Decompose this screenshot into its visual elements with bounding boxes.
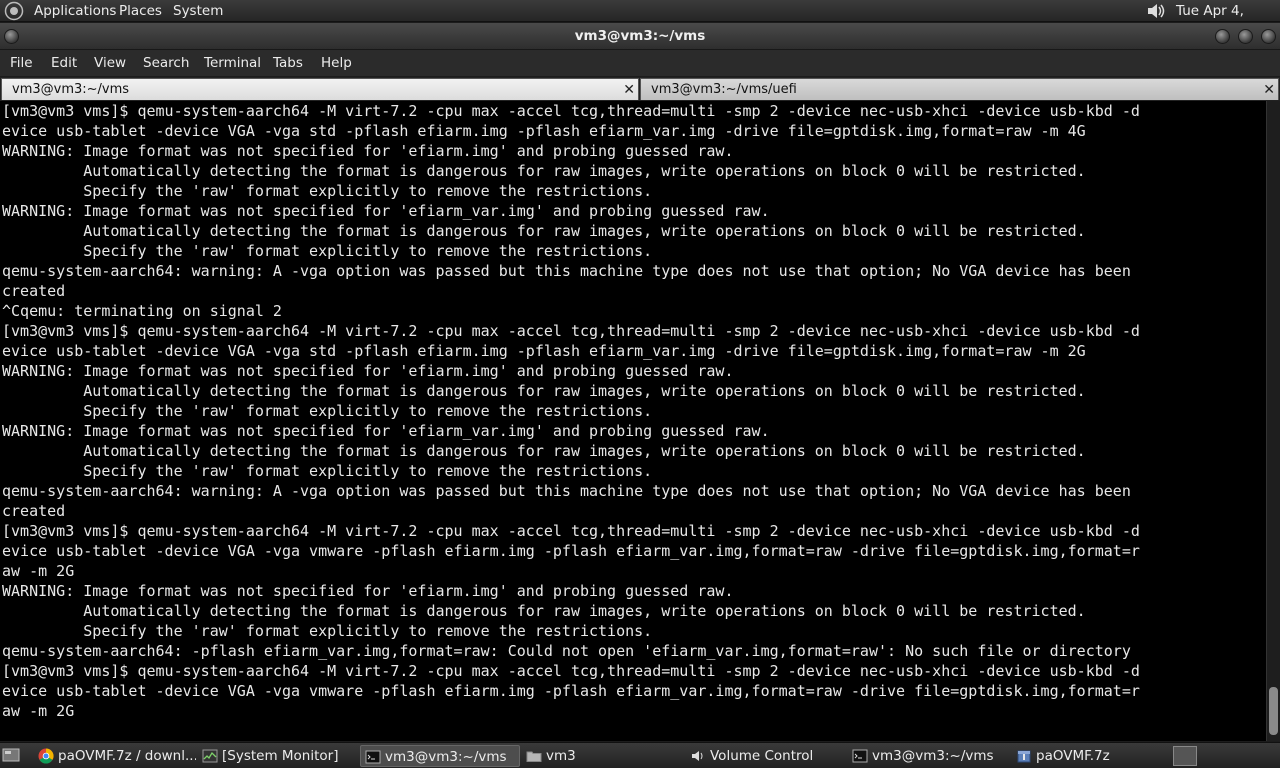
system-menu[interactable]: System [173,2,223,20]
terminal-scrollbar[interactable] [1266,101,1280,741]
terminal-line: ^Cqemu: terminating on signal 2 [2,302,282,320]
terminal-line: WARNING: Image format was not specified … [2,422,770,440]
terminal-line: WARNING: Image format was not specified … [2,142,734,160]
terminal-line: [vm3@vm3 vms]$ qemu-system-aarch64 -M vi… [2,662,1140,680]
task-label: paOVMF.7z / downl... [58,748,196,764]
task-label: [System Monitor] [222,748,339,764]
terminal-icon [852,749,868,763]
task-label: Volume Control [710,748,814,764]
chrome-icon [38,748,54,764]
terminal-line: Automatically detecting the format is da… [2,222,1086,240]
terminal-line: Specify the 'raw' format explicitly to r… [2,242,653,260]
terminal-icon [365,750,381,764]
folder-icon [526,751,542,762]
task-system-monitor[interactable]: [System Monitor] [198,745,358,767]
applications-menu[interactable]: Applications [34,2,116,20]
task-label: vm3@vm3:~/vms [385,749,507,765]
volume-icon[interactable] [1145,1,1167,21]
terminal-line: Specify the 'raw' format explicitly to r… [2,402,653,420]
menu-view[interactable]: View [94,54,126,72]
terminal-line: WARNING: Image format was not specified … [2,362,734,380]
terminal-line: evice usb-tablet -device VGA -vga std -p… [2,342,1086,360]
terminal-line: evice usb-tablet -device VGA -vga vmware… [2,682,1140,700]
terminal-line: WARNING: Image format was not specified … [2,202,770,220]
task-label: paOVMF.7z [1036,748,1110,764]
archive-icon [1017,750,1031,763]
menubar: File Edit View Search Terminal Tabs Help [0,50,1280,76]
tab-vms[interactable]: vm3@vm3:~/vms ✕ [1,78,639,100]
terminal-line: evice usb-tablet -device VGA -vga vmware… [2,542,1140,560]
minimize-button[interactable] [1215,29,1230,44]
task-terminal-vms[interactable]: vm3@vm3:~/vms [360,745,520,767]
workspace-switcher[interactable] [1173,746,1197,766]
terminal-line: created [2,502,66,520]
terminal-line: aw -m 2G [2,702,75,720]
task-chrome[interactable]: paOVMF.7z / downl... [34,745,196,767]
top-panel: Applications Places System Tue Apr 4, 08… [0,0,1280,37]
terminal-line: Automatically detecting the format is da… [2,602,1086,620]
terminal-lines: [vm3@vm3 vms]$ qemu-system-aarch64 -M vi… [2,101,1140,721]
close-tab-icon[interactable]: ✕ [623,79,635,101]
tab-vms-uefi[interactable]: vm3@vm3:~/vms/uefi ✕ [640,78,1279,100]
terminal-line: Automatically detecting the format is da… [2,382,1086,400]
terminal-output[interactable]: [vm3@vm3 vms]$ qemu-system-aarch64 -M vi… [0,101,1266,741]
terminal-line: Automatically detecting the format is da… [2,162,1086,180]
terminal-line: WARNING: Image format was not specified … [2,582,734,600]
terminal-line: qemu-system-aarch64: -pflash efiarm_var.… [2,642,1131,660]
terminal-line: Specify the 'raw' format explicitly to r… [2,182,653,200]
terminal-line: Specify the 'raw' format explicitly to r… [2,622,653,640]
tab-bar: vm3@vm3:~/vms ✕ vm3@vm3:~/vms/uefi ✕ [0,77,1280,101]
terminal-line: Specify the 'raw' format explicitly to r… [2,462,653,480]
window-titlebar[interactable]: vm3@vm3:~/vms [0,23,1280,50]
window-title: vm3@vm3:~/vms [574,28,706,44]
tab-label: vm3@vm3:~/vms/uefi [651,82,797,97]
volume-icon [692,751,703,761]
menu-terminal[interactable]: Terminal [204,54,261,72]
menu-edit[interactable]: Edit [51,54,77,72]
tab-label: vm3@vm3:~/vms [12,82,130,97]
gnome-foot-icon[interactable] [4,1,24,21]
menu-tabs[interactable]: Tabs [273,54,303,72]
desktop: Applications Places System Tue Apr 4, 08… [0,0,1280,768]
terminal-line: [vm3@vm3 vms]$ qemu-system-aarch64 -M vi… [2,322,1140,340]
places-menu[interactable]: Places [119,2,162,20]
system-monitor-icon [202,749,218,763]
scrollbar-thumb[interactable] [1269,687,1278,735]
close-tab-icon[interactable]: ✕ [1263,79,1275,101]
terminal-line: qemu-system-aarch64: warning: A -vga opt… [2,482,1131,500]
menu-file[interactable]: File [10,54,33,72]
maximize-button[interactable] [1238,29,1253,44]
task-label: vm3@vm3:~/vms [872,748,994,764]
task-label: vm3 [546,748,576,764]
task-folder-vm3[interactable]: vm3 [522,745,682,767]
terminal-line: [vm3@vm3 vms]$ qemu-system-aarch64 -M vi… [2,102,1140,120]
terminal-line: Automatically detecting the format is da… [2,442,1086,460]
bottom-panel: paOVMF.7z / downl... [System Monitor] vm… [0,742,1280,768]
menu-search[interactable]: Search [143,54,189,72]
terminal-line: aw -m 2G [2,562,75,580]
show-desktop-icon[interactable] [2,747,20,763]
menu-help[interactable]: Help [321,54,352,72]
terminal-line: created [2,282,66,300]
terminal-line: [vm3@vm3 vms]$ qemu-system-aarch64 -M vi… [2,522,1140,540]
terminal-line: qemu-system-aarch64: warning: A -vga opt… [2,262,1131,280]
task-volume-control[interactable]: Volume Control [686,745,846,767]
close-window-button[interactable] [1261,29,1276,44]
task-terminal-vms-2[interactable]: vm3@vm3:~/vms [848,745,1008,767]
terminal-line: evice usb-tablet -device VGA -vga std -p… [2,122,1086,140]
task-archive[interactable]: paOVMF.7z [1012,745,1170,767]
